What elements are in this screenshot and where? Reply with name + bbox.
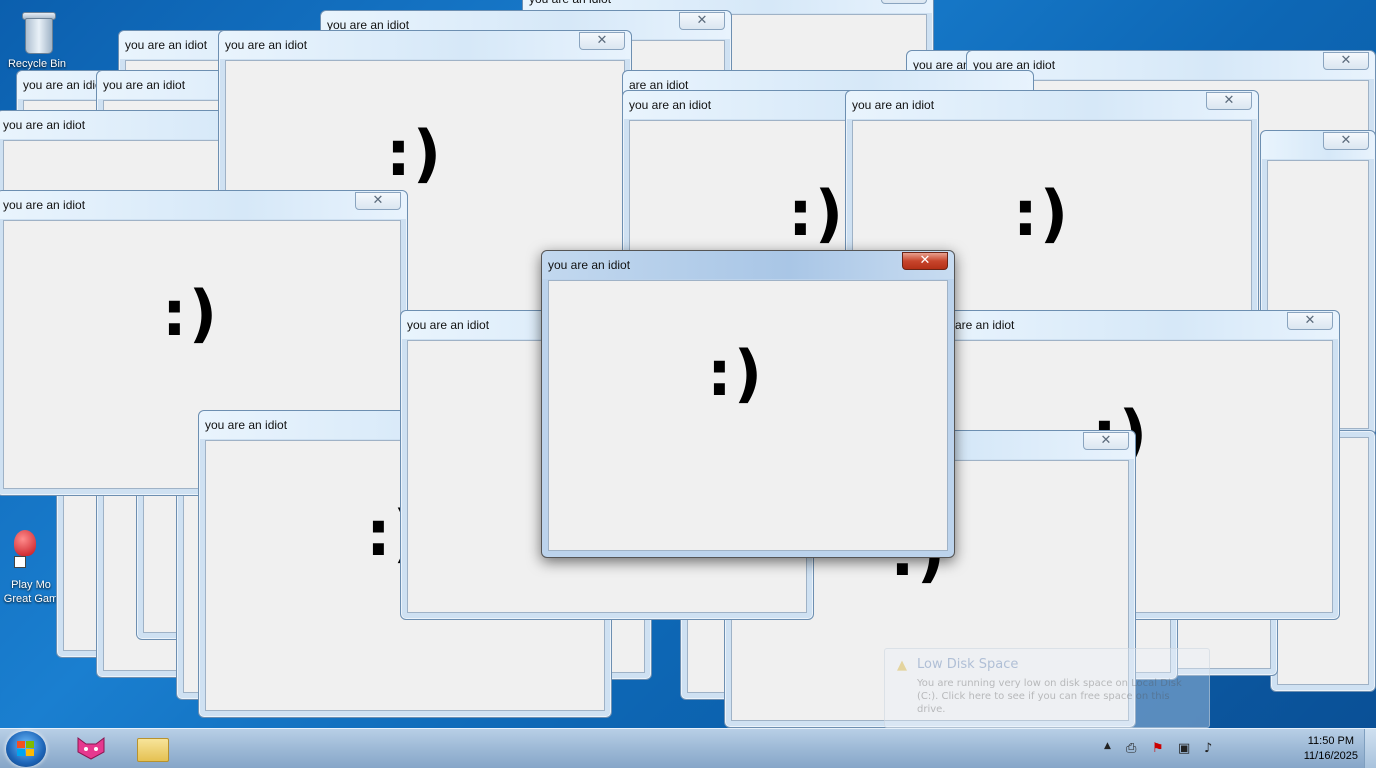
title-bar[interactable]: you are an idiot ✕ [219,31,631,59]
title-bar[interactable]: you are an idiot ✕ [542,251,954,279]
clock-date: 11/16/2025 [1303,750,1358,762]
clock[interactable]: 11:50 PM 11/16/2025 [1304,734,1358,764]
printer-icon[interactable]: ⎙ [1126,741,1136,756]
smiley-face: :) [1013,177,1071,250]
close-button[interactable]: ✕ [579,32,625,50]
recycle-bin-icon [21,10,57,56]
smiley-face: :) [162,277,220,350]
network-icon[interactable]: ▣ [1178,741,1190,756]
taskbar-app-button[interactable] [64,732,116,766]
close-button[interactable]: ✕ [1323,52,1369,70]
start-button[interactable] [6,731,46,767]
notification-body: You are running very low on disk space o… [917,678,1182,715]
close-button[interactable]: ✕ [355,192,401,210]
windows-logo-icon [17,741,35,757]
recycle-bin-label: Recycle Bin [7,58,67,70]
game-icon [14,530,36,556]
clock-time: 11:50 PM [1307,735,1355,747]
close-button[interactable]: ✕ [1083,432,1129,450]
system-tray: ▲ ⎙ ⚑ ▣ ♪ 11:50 PM 11/16/2025 [1104,729,1376,768]
window-title: you are an idiot [3,198,86,212]
window-title: you are an idiot [23,78,106,92]
show-hidden-icons-icon[interactable]: ▲ [1104,741,1111,751]
window-title: you are an idiot [529,0,611,6]
window-title: you are an idiot [629,98,712,112]
low-disk-space-notification[interactable]: ▲ Low Disk Space You are running very lo… [884,648,1210,728]
notification-title: Low Disk Space [917,657,1019,672]
title-bar[interactable]: are an idiot ✕ [927,311,1339,339]
close-button[interactable]: ✕ [1287,312,1333,330]
shortcut-arrow-icon [14,556,26,568]
smiley-face: :) [386,117,444,190]
recycle-bin-shortcut[interactable]: Recycle Bin [2,4,72,74]
window-title: you are an idiot [125,38,208,52]
cat-app-icon [77,737,105,760]
warning-icon: ▲ [897,658,907,673]
window-title: you are an idiot [852,98,935,112]
smiley-face: :) [707,337,765,410]
taskbar: ▲ ⎙ ⚑ ▣ ♪ 11:50 PM 11/16/2025 [0,728,1376,768]
title-bar[interactable]: ✕ [1261,131,1375,159]
show-desktop-button[interactable] [1364,729,1376,768]
desktop: Recycle Bin Play Mo Great Gam you are an… [0,0,1376,728]
taskbar-explorer-button[interactable] [126,732,178,766]
window-client: :) [548,280,948,551]
volume-muted-icon[interactable]: ♪ [1204,741,1212,756]
close-button[interactable]: ✕ [1323,132,1369,150]
window-title: are an idiot [955,318,1015,332]
folder-icon [137,738,169,762]
window-title: you are an idiot [3,118,86,132]
window-title: you are an idiot [225,38,308,52]
close-button[interactable]: ✕ [902,252,948,270]
window-title: you are an idiot [548,258,631,272]
close-button[interactable]: ✕ [679,12,725,30]
close-button[interactable]: ✕ [1206,92,1252,110]
window-title: you are an idiot [407,318,490,332]
close-button[interactable]: ✕ [881,0,927,4]
action-center-flag-icon[interactable]: ⚑ [1152,741,1164,756]
smiley-face: :) [788,177,846,250]
window-title: you are an idiot [205,418,288,432]
title-bar[interactable]: you are an idiot ✕ [846,91,1258,119]
title-bar[interactable]: you are an idiot ✕ [0,191,407,219]
idiot-window-active[interactable]: you are an idiot ✕ :) [541,250,955,558]
window-title: you are an idiot [103,78,186,92]
